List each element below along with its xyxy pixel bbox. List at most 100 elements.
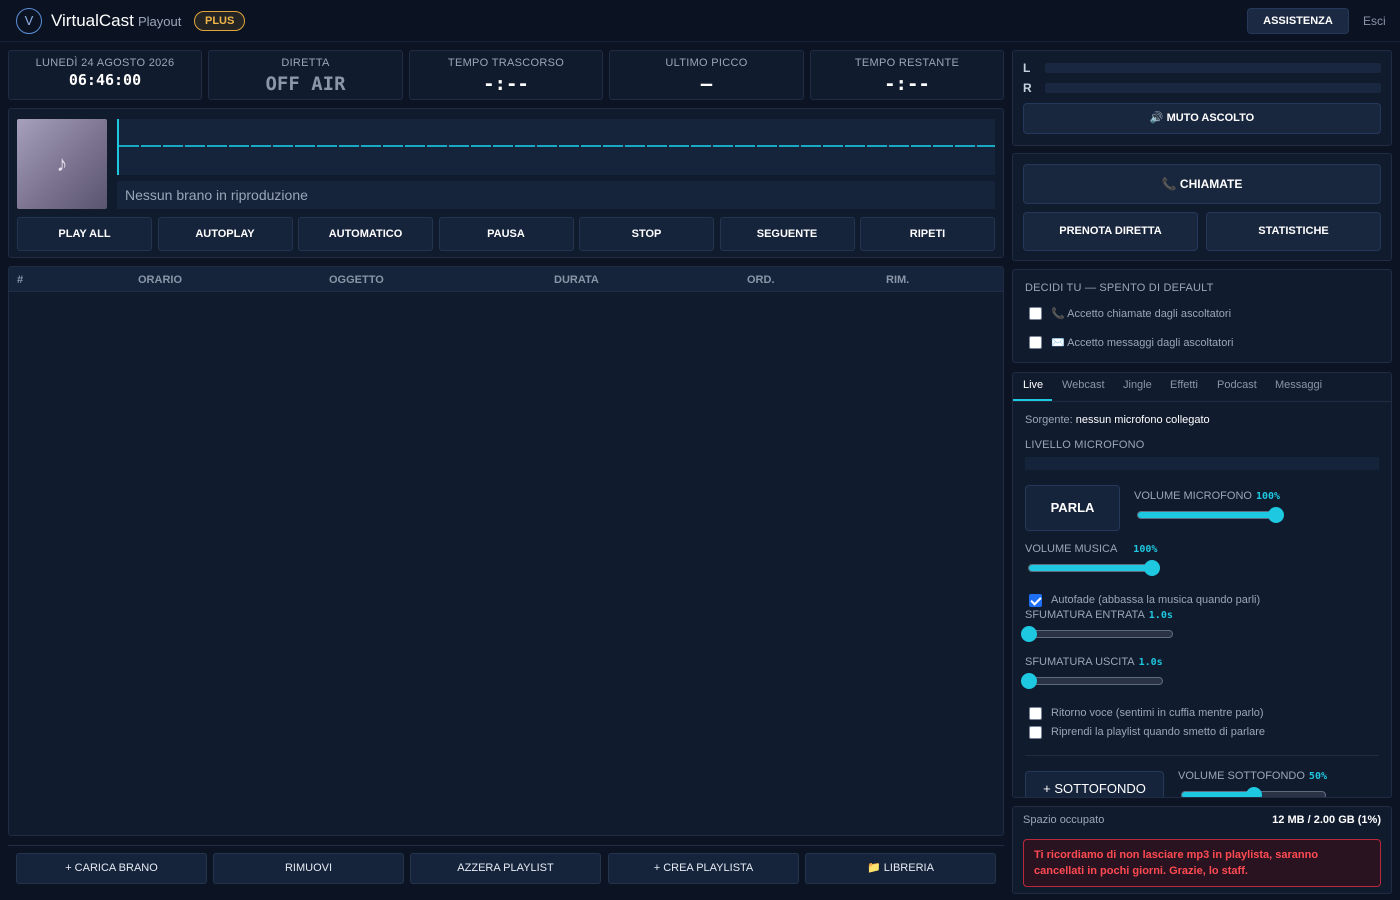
calls-button[interactable]: 📞 CHIAMATE: [1023, 164, 1381, 204]
mic-level-meter: [1025, 457, 1379, 470]
section-title: Playout: [138, 14, 182, 29]
source-label: Sorgente:: [1025, 414, 1073, 426]
book-live-button[interactable]: PRENOTA DIRETTA: [1023, 212, 1198, 251]
pause-button[interactable]: PAUSA: [438, 217, 574, 251]
playlist-table: # ORARIO OGGETTO DURATA ORD. RIM.: [8, 266, 1004, 836]
col-index[interactable]: #: [17, 274, 23, 286]
repeat-button[interactable]: RIPETI: [860, 217, 995, 251]
music-volume-label: VOLUME MUSICA 100%: [1025, 543, 1157, 555]
fade-out-text: SFUMATURA USCITA: [1025, 656, 1135, 668]
logo-icon: V: [16, 8, 42, 34]
playlist-header: # ORARIO OGGETTO DURATA ORD. RIM.: [9, 267, 1003, 292]
elapsed-label: TEMPO TRASCORSO: [447, 57, 565, 69]
music-volume-value: 100%: [1133, 544, 1158, 555]
date-clock-panel: LUNEDÌ 24 AGOSTO 2026 06:46:00: [8, 50, 202, 100]
mic-volume-slider[interactable]: [1137, 507, 1284, 523]
tab-live[interactable]: Live: [1023, 379, 1043, 401]
live-label: DIRETTA: [281, 57, 330, 69]
support-button[interactable]: ASSISTENZA: [1247, 8, 1349, 34]
talk-button[interactable]: PARLA: [1025, 485, 1120, 531]
listener-options-title: DECIDI TU — SPENTO DI DEFAULT: [1025, 282, 1214, 294]
live-tabs: Live Webcast Jingle Effetti Podcast Mess…: [1013, 373, 1391, 402]
autofade-checkbox[interactable]: [1029, 594, 1042, 607]
autoplay-button[interactable]: AUTOPLAY: [157, 217, 293, 251]
upload-track-button[interactable]: + CARICA BRANO: [16, 853, 207, 884]
music-volume-slider[interactable]: [1028, 560, 1160, 576]
mic-volume-handle[interactable]: [1268, 507, 1284, 523]
tab-jingle[interactable]: Jingle: [1123, 379, 1152, 401]
storage-label: Spazio occupato: [1023, 814, 1105, 826]
stop-button[interactable]: STOP: [579, 217, 714, 251]
mic-volume-fill: [1138, 512, 1276, 518]
music-volume-text: VOLUME MUSICA: [1025, 543, 1118, 555]
voice-monitor-checkbox[interactable]: [1029, 707, 1042, 720]
resume-playlist-checkbox[interactable]: [1029, 726, 1042, 739]
background-music-button[interactable]: + SOTTOFONDO: [1025, 771, 1164, 797]
bg-volume-text: VOLUME SOTTOFONDO: [1178, 770, 1305, 782]
remaining-panel: TEMPO RESTANTE -:--: [810, 50, 1004, 100]
peak-panel: ULTIMO PICCO —: [609, 50, 804, 100]
automatic-button[interactable]: AUTOMATICO: [298, 217, 433, 251]
accept-calls-checkbox[interactable]: [1029, 307, 1042, 320]
bg-volume-fill: [1182, 792, 1254, 797]
logout-link[interactable]: Esci: [1363, 14, 1386, 28]
left-channel-label: L: [1023, 61, 1031, 75]
mute-monitor-button[interactable]: 🔊 MUTO ASCOLTO: [1023, 103, 1381, 134]
waveform[interactable]: [117, 119, 995, 175]
right-channel-label: R: [1023, 81, 1032, 95]
col-remaining[interactable]: RIM.: [886, 274, 909, 286]
app-title: VirtualCast: [51, 11, 134, 30]
storage-value: 12 MB / 2.00 GB (1%): [1272, 814, 1381, 826]
accept-calls-label: 📞 Accetto chiamate dagli ascoltatori: [1051, 308, 1232, 320]
fade-in-handle[interactable]: [1021, 626, 1037, 642]
voice-monitor-label: Ritorno voce (sentimi in cuffia mentre p…: [1051, 707, 1264, 719]
fade-in-value: 1.0s: [1148, 610, 1173, 621]
next-button[interactable]: SEGUENTE: [719, 217, 855, 251]
elapsed-value: -:--: [483, 73, 529, 95]
accept-messages-checkbox[interactable]: [1029, 336, 1042, 349]
remaining-value: -:--: [884, 73, 930, 95]
remaining-label: TEMPO RESTANTE: [854, 57, 960, 69]
plan-badge: PLUS: [194, 11, 246, 31]
calls-panel: 📞 CHIAMATE PRENOTA DIRETTA STATISTICHE: [1012, 153, 1392, 261]
mic-volume-text: VOLUME MICROFONO: [1134, 490, 1252, 502]
audio-meters-panel: L R 🔊 MUTO ASCOLTO: [1012, 50, 1392, 146]
fade-in-slider[interactable]: [1021, 626, 1173, 642]
actions-divider: [8, 845, 1004, 846]
mic-volume-value: 100%: [1255, 491, 1281, 502]
active-tab-indicator: [1013, 399, 1052, 401]
col-order[interactable]: ORD.: [747, 274, 775, 286]
create-playlist-button[interactable]: + CREA PLAYLISTA: [608, 853, 799, 884]
right-meter: [1045, 83, 1381, 93]
tab-effects[interactable]: Effetti: [1170, 379, 1198, 401]
fade-out-handle[interactable]: [1021, 673, 1037, 689]
mic-volume-label: VOLUME MICROFONO 100%: [1134, 490, 1280, 502]
library-button[interactable]: 📁 LIBRERIA: [805, 853, 996, 884]
bg-volume-label: VOLUME SOTTOFONDO 50%: [1178, 770, 1327, 782]
live-controls-panel: Live Webcast Jingle Effetti Podcast Mess…: [1012, 372, 1392, 798]
fade-out-label: SFUMATURA USCITA 1.0s: [1025, 656, 1163, 668]
waveform-line: [119, 145, 995, 147]
col-time[interactable]: ORARIO: [138, 274, 182, 286]
col-duration[interactable]: DURATA: [554, 274, 599, 286]
bg-volume-slider[interactable]: [1181, 787, 1326, 797]
tab-messages[interactable]: Messaggi: [1275, 379, 1322, 401]
remove-button[interactable]: RIMUOVI: [213, 853, 404, 884]
music-volume-handle[interactable]: [1144, 560, 1160, 576]
source-value: nessun microfono collegato: [1075, 414, 1210, 426]
tab-webcast[interactable]: Webcast: [1062, 379, 1105, 401]
clear-playlist-button[interactable]: AZZERA PLAYLIST: [410, 853, 601, 884]
statistics-button[interactable]: STATISTICHE: [1206, 212, 1381, 251]
peak-value: —: [700, 73, 713, 95]
tab-podcast[interactable]: Podcast: [1217, 379, 1257, 401]
left-meter: [1045, 63, 1381, 73]
music-note-icon: ♪: [17, 119, 107, 209]
col-object[interactable]: OGGETTO: [329, 274, 384, 286]
play-all-button[interactable]: PLAY ALL: [17, 217, 152, 251]
mic-level-label: LIVELLO MICROFONO: [1025, 439, 1145, 451]
fade-out-slider[interactable]: [1021, 673, 1163, 689]
music-volume-fill: [1029, 565, 1152, 571]
bg-volume-handle[interactable]: [1245, 787, 1262, 797]
fade-in-text: SFUMATURA ENTRATA: [1025, 609, 1145, 621]
bg-volume-value: 50%: [1308, 771, 1327, 782]
